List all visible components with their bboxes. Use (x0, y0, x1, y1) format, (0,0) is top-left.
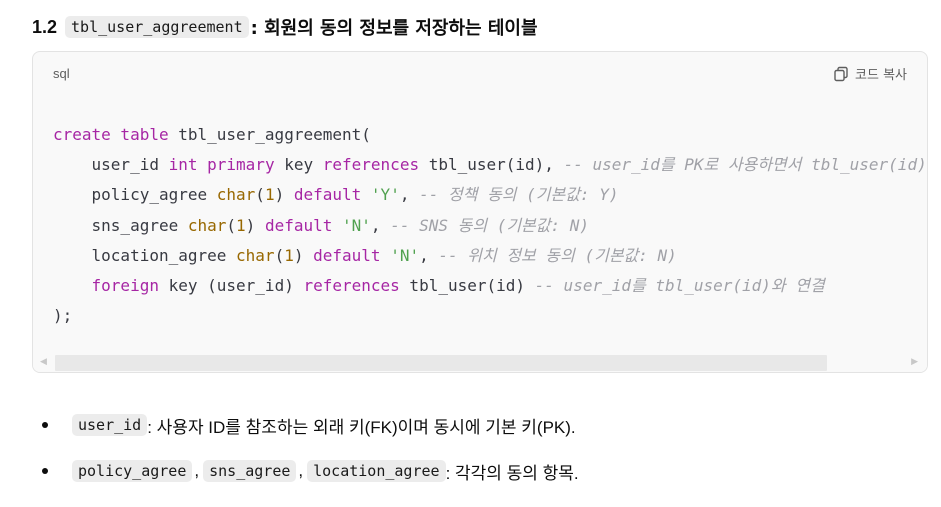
code-token: ); (53, 306, 73, 326)
code-token: ) (245, 215, 265, 235)
code-token: default (293, 185, 362, 205)
code-token: references (303, 276, 400, 296)
code-block: sql 코드 복사 create table tbl_user_aggreeme… (32, 51, 928, 373)
code-line: sns_agree char(1) default 'N', -- SNS 동의… (53, 211, 927, 241)
scrollbar-thumb[interactable] (55, 355, 827, 371)
code-content: create table tbl_user_aggreement( user_i… (53, 120, 927, 331)
code-token: 1 (264, 185, 275, 205)
bullet-dot (42, 468, 48, 474)
code-token: tbl_user(id), (419, 155, 564, 175)
heading-text: : 회원의 동의 정보를 저장하는 테이블 (250, 18, 538, 39)
code-token: ) (293, 245, 314, 265)
code-line: location_agree char(1) default 'N', -- 위… (53, 241, 927, 271)
bullet-dot (42, 422, 48, 428)
code-token: default (264, 215, 333, 235)
copy-icon (833, 66, 849, 82)
inline-code: sns_agree (203, 460, 297, 482)
section-number: 1.2 (32, 16, 58, 37)
code-token: sns_agree (53, 215, 188, 235)
copy-code-button[interactable]: 코드 복사 (833, 64, 907, 83)
code-language-label: sql (53, 66, 70, 81)
code-token: foreign (91, 276, 159, 296)
scroll-right-arrow-icon[interactable]: ▶ (911, 357, 918, 367)
code-token: location_agree (53, 245, 237, 265)
list-item: policy_agree, sns_agree, location_agree: 각… (38, 448, 579, 494)
code-token: ( (255, 185, 265, 205)
inline-code: policy_agree (72, 460, 193, 482)
comma-separator: , (298, 461, 304, 480)
code-token: , (399, 185, 420, 205)
code-token: 1 (284, 245, 294, 265)
code-token: 'N' (342, 215, 371, 235)
code-token: -- user_id를 tbl_user(id)와 연결 (534, 276, 825, 296)
heading-inline-code: tbl_user_aggreement (65, 16, 249, 38)
code-token: , (419, 245, 439, 265)
code-token: tbl_user_aggreement( (168, 125, 371, 144)
code-line: policy_agree char(1) default 'Y', -- 정책 … (53, 180, 927, 210)
code-token: key (274, 155, 323, 175)
horizontal-scrollbar[interactable]: ◀ ▶ (33, 354, 927, 372)
code-token: policy_agree (53, 185, 217, 205)
code-line: ); (53, 301, 927, 331)
bullet-text: : 사용자 ID를 참조하는 외래 키(FK)이며 동시에 기본 키(PK). (147, 417, 576, 437)
code-token: int (168, 155, 198, 175)
inline-code: location_agree (307, 460, 446, 482)
code-line: create table tbl_user_aggreement( (53, 120, 927, 150)
bullet-text: : 각각의 동의 항목. (445, 463, 579, 483)
code-token: , (370, 215, 391, 235)
code-token: -- user_id를 PK로 사용하면서 tbl_user(id)와 연결 (563, 155, 927, 175)
inline-code: user_id (72, 414, 148, 436)
code-line: user_id int primary key references tbl_u… (53, 150, 927, 180)
section-heading: 1.2 tbl_user_aggreement : 회원의 동의 정보를 저장하… (32, 12, 538, 42)
code-token: default (313, 245, 381, 265)
scroll-left-arrow-icon[interactable]: ◀ (40, 357, 47, 367)
code-token: ( (226, 215, 237, 235)
code-token: -- 위치 정보 동의 (기본값: N) (438, 245, 677, 265)
code-token: primary (207, 155, 275, 175)
code-token: 'Y' (370, 185, 400, 205)
code-token: key (user_id) (158, 276, 304, 296)
code-token: char (236, 245, 275, 265)
code-line: foreign key (user_id) references tbl_use… (53, 271, 927, 301)
code-token: ) (274, 185, 294, 205)
list-item: user_id: 사용자 ID를 참조하는 외래 키(FK)이며 동시에 기본 … (38, 402, 579, 448)
code-token: 'N' (390, 245, 420, 265)
code-token: create table (53, 125, 169, 144)
code-token: -- SNS 동의 (기본값: N) (390, 215, 590, 235)
code-token: tbl_user(id) (399, 276, 535, 296)
code-token: references (322, 155, 420, 175)
comma-separator: , (194, 461, 200, 480)
code-token: 1 (236, 215, 246, 235)
code-token: -- 정책 동의 (기본값: Y) (419, 185, 619, 205)
bullet-list: user_id: 사용자 ID를 참조하는 외래 키(FK)이며 동시에 기본 … (38, 402, 579, 494)
code-token: char (187, 215, 227, 235)
copy-code-label: 코드 복사 (855, 68, 907, 83)
code-token: char (216, 185, 256, 205)
code-token: ( (274, 245, 285, 265)
code-token: user_id (53, 155, 169, 175)
